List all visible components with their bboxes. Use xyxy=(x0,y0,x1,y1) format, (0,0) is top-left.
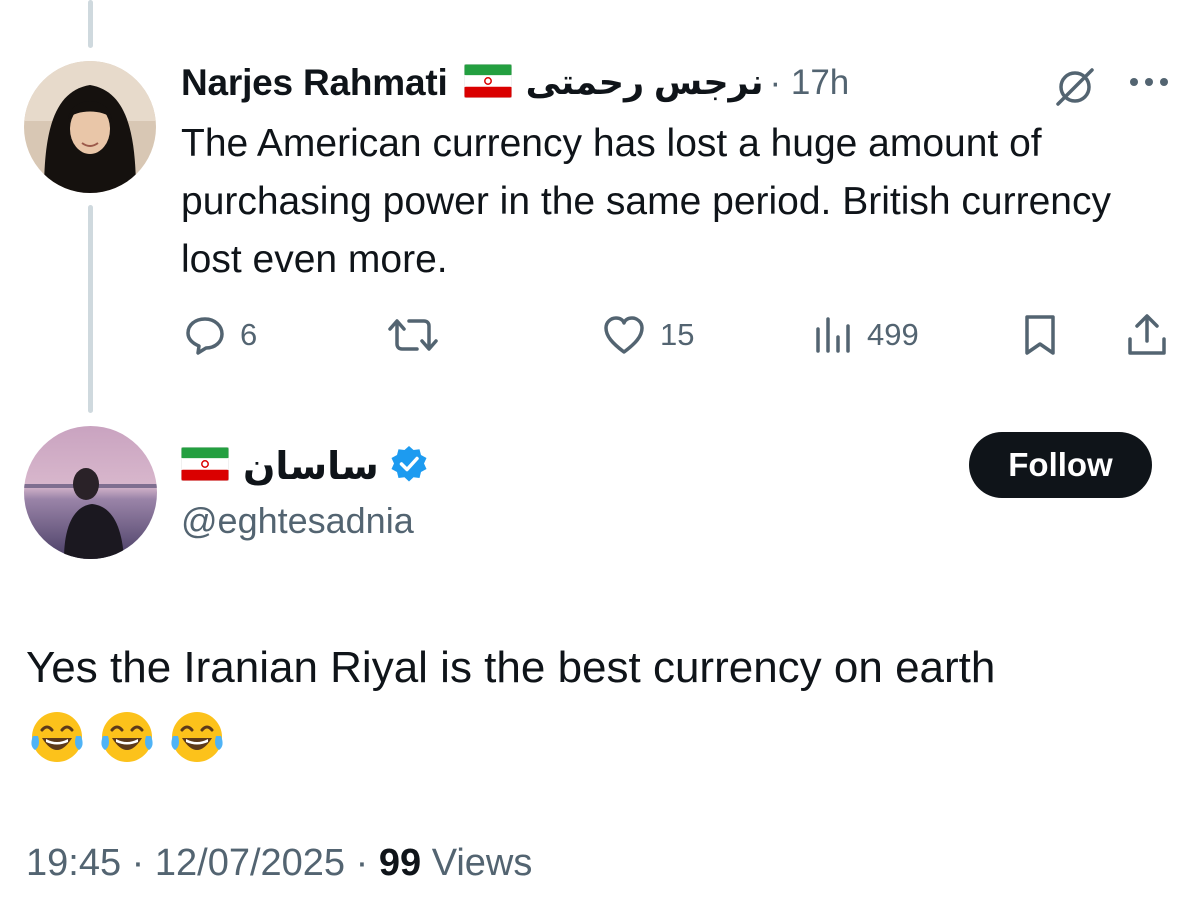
reply-author-handle[interactable]: @eghtesadnia xyxy=(181,500,414,542)
retweet-icon xyxy=(387,314,439,356)
reply-button[interactable]: 6 xyxy=(184,305,257,365)
laughing-tears-emoji-icon xyxy=(168,708,226,766)
heart-icon xyxy=(602,315,646,355)
iran-flag-icon xyxy=(180,446,230,486)
reply-author-header: ساسان xyxy=(180,440,429,492)
reply-views-count: 99 xyxy=(378,842,422,884)
bookmark-button[interactable] xyxy=(1022,305,1058,365)
parent-timestamp[interactable]: · 17h xyxy=(769,63,849,103)
parent-author-avatar[interactable] xyxy=(24,61,156,193)
thread-line-top xyxy=(88,0,93,48)
reply-tweet-text: Yes the Iranian Riyal is the best curren… xyxy=(26,643,996,692)
tweet-detail-page: Narjes Rahmati نرجس رحمتی · 17h The Amer… xyxy=(0,0,1200,907)
laughing-tears-emoji-icon xyxy=(98,708,156,766)
parent-tweet-actions: 6 15 499 xyxy=(0,305,1200,365)
iran-flag-icon xyxy=(463,63,513,103)
reply-tweet-meta: 19:45 · 12/07/2025 · 99 Views xyxy=(26,842,533,884)
like-count: 15 xyxy=(660,317,695,352)
views-button[interactable]: 499 xyxy=(813,305,919,365)
parent-tweet-text: The American currency has lost a huge am… xyxy=(181,122,1111,281)
reply-time[interactable]: 19:45 xyxy=(26,842,121,884)
share-icon xyxy=(1126,313,1168,357)
grok-icon[interactable] xyxy=(1052,64,1098,115)
reply-count: 6 xyxy=(240,317,258,352)
views-icon xyxy=(813,315,853,355)
more-options-icon[interactable] xyxy=(1127,72,1171,97)
verified-badge-icon xyxy=(389,444,429,489)
views-count: 499 xyxy=(867,317,919,352)
reply-author-avatar[interactable] xyxy=(24,426,157,559)
reply-views-label: Views xyxy=(431,842,533,884)
reply-icon xyxy=(184,314,226,356)
reply-emojis xyxy=(28,708,226,766)
parent-author-name-fa[interactable]: نرجس رحمتی xyxy=(526,63,764,103)
retweet-button[interactable] xyxy=(387,305,453,365)
bookmark-icon xyxy=(1022,313,1058,357)
reply-date[interactable]: 12/07/2025 xyxy=(155,842,345,884)
reply-author-name[interactable]: ساسان xyxy=(243,444,379,489)
parent-tweet-header: Narjes Rahmati نرجس رحمتی · 17h xyxy=(181,58,849,108)
like-button[interactable]: 15 xyxy=(602,305,694,365)
share-button[interactable] xyxy=(1126,305,1168,365)
parent-author-name[interactable]: Narjes Rahmati xyxy=(181,62,448,104)
laughing-tears-emoji-icon xyxy=(28,708,86,766)
follow-button[interactable]: Follow xyxy=(969,432,1152,498)
